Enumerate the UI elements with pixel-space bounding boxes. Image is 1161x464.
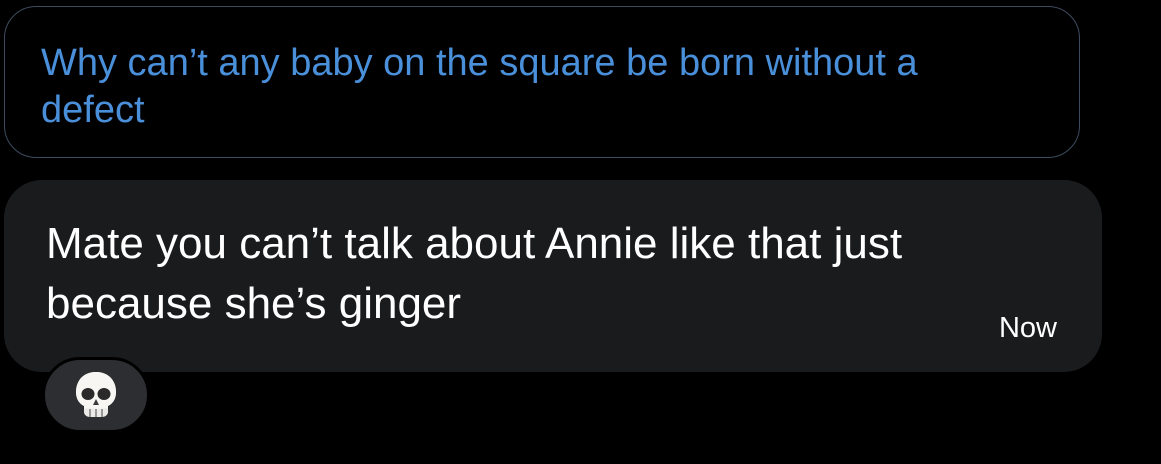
quoted-message-bubble[interactable]: Why can’t any baby on the square be born… (4, 6, 1080, 158)
skull-icon (76, 372, 116, 417)
message-text: Mate you can’t talk about Annie like tha… (46, 219, 903, 328)
message-bubble[interactable]: Mate you can’t talk about Annie like tha… (4, 180, 1102, 372)
quoted-message-text: Why can’t any baby on the square be born… (41, 42, 918, 131)
reaction-badge[interactable] (42, 357, 150, 433)
message-timestamp: Now (998, 312, 1057, 344)
